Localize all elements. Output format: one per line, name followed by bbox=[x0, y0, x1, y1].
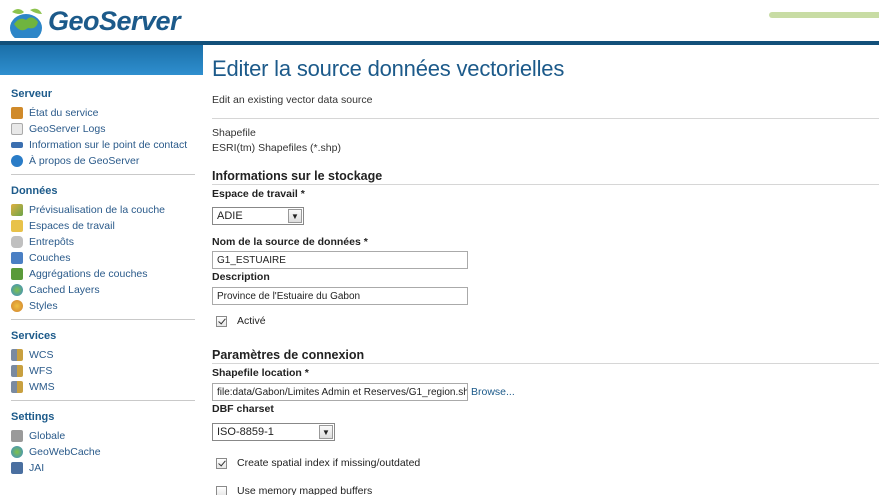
sidebar-item-wms[interactable]: WMS bbox=[11, 379, 195, 395]
memory-mapped-row: Use memory mapped buffers bbox=[216, 485, 372, 495]
sidebar-item-styles[interactable]: Styles bbox=[11, 298, 195, 314]
description-input[interactable]: Province de l'Estuaire du Gabon bbox=[212, 287, 468, 305]
sidebar-item-label: Styles bbox=[29, 300, 58, 312]
page-description: Edit an existing vector data source bbox=[212, 94, 373, 106]
wms-icon bbox=[11, 381, 23, 393]
sidebar-item-label: WCS bbox=[29, 349, 54, 361]
sidebar-menu: Serveur État du service GeoServer Logs I… bbox=[0, 88, 203, 476]
sidebar-item-wfs[interactable]: WFS bbox=[11, 363, 195, 379]
sidebar: Serveur État du service GeoServer Logs I… bbox=[0, 45, 203, 495]
sidebar-item-label: GeoWebCache bbox=[29, 446, 101, 458]
sidebar-item-label: Couches bbox=[29, 252, 71, 264]
wfs-icon bbox=[11, 365, 23, 377]
global-settings-icon bbox=[11, 430, 23, 442]
store-type-label: Shapefile bbox=[212, 127, 256, 139]
sidebar-item-cached-layers[interactable]: Cached Layers bbox=[11, 282, 195, 298]
spatial-index-label: Create spatial index if missing/outdated bbox=[237, 457, 421, 469]
shapefile-location-input[interactable]: file:data/Gabon/Limites Admin et Reserve… bbox=[212, 383, 468, 401]
sidebar-item-contact[interactable]: Information sur le point de contact bbox=[11, 137, 195, 153]
dbf-charset-select[interactable]: ISO-8859-1 ▼ bbox=[212, 423, 335, 441]
sidebar-section-donnees: Données Prévisualisation de la couche Es… bbox=[11, 185, 195, 320]
sidebar-item-global[interactable]: Globale bbox=[11, 428, 195, 444]
logo-text: GeoServer bbox=[48, 5, 181, 36]
about-icon bbox=[11, 155, 23, 167]
datasource-name-input[interactable]: G1_ESTUAIRE bbox=[212, 251, 468, 269]
stores-icon bbox=[11, 236, 23, 248]
sidebar-item-label: Prévisualisation de la couche bbox=[29, 204, 165, 216]
contact-info-icon bbox=[11, 142, 23, 148]
browse-link[interactable]: Browse... bbox=[471, 386, 515, 398]
shapefile-location-label: Shapefile location * bbox=[212, 367, 309, 379]
sidebar-item-workspaces[interactable]: Espaces de travail bbox=[11, 218, 195, 234]
enabled-checkbox-row: Activé bbox=[216, 315, 266, 327]
sidebar-heading: Données bbox=[11, 185, 58, 197]
sidebar-item-label: Aggrégations de couches bbox=[29, 268, 148, 280]
dbf-charset-label: DBF charset bbox=[212, 403, 274, 415]
sidebar-item-label: Information sur le point de contact bbox=[29, 139, 188, 151]
sidebar-item-label: WFS bbox=[29, 365, 53, 377]
memory-mapped-label: Use memory mapped buffers bbox=[237, 485, 373, 495]
workspace-select-value: ADIE bbox=[217, 210, 243, 222]
sidebar-item-geowebcache[interactable]: GeoWebCache bbox=[11, 444, 195, 460]
wcs-icon bbox=[11, 349, 23, 361]
sidebar-item-layers[interactable]: Couches bbox=[11, 250, 195, 266]
enabled-label: Activé bbox=[237, 315, 266, 327]
geoserver-logo[interactable]: GeoServer bbox=[6, 4, 181, 42]
main-content: Editer la source données vectorielles Ed… bbox=[212, 45, 879, 495]
sidebar-item-label: État du service bbox=[29, 107, 99, 119]
sidebar-item-label: WMS bbox=[29, 381, 55, 393]
jai-icon bbox=[11, 462, 23, 474]
layer-groups-icon bbox=[11, 268, 23, 280]
sidebar-item-layer-preview[interactable]: Prévisualisation de la couche bbox=[11, 202, 195, 218]
server-status-icon bbox=[11, 107, 23, 119]
connection-section-title: Paramètres de connexion bbox=[212, 348, 879, 364]
description-label: Description bbox=[212, 271, 270, 283]
divider bbox=[212, 118, 879, 119]
sidebar-item-label: JAI bbox=[29, 462, 45, 474]
globe-logo-icon bbox=[6, 4, 46, 42]
sidebar-heading: Services bbox=[11, 330, 57, 342]
header: GeoServer bbox=[0, 0, 879, 44]
sidebar-item-server-status[interactable]: État du service bbox=[11, 105, 195, 121]
storage-section-title: Informations sur le stockage bbox=[212, 169, 879, 185]
sidebar-section-services: Services WCS WFS WMS bbox=[11, 330, 195, 401]
sidebar-heading: Settings bbox=[11, 411, 55, 423]
spatial-index-checkbox[interactable] bbox=[216, 457, 227, 469]
sidebar-item-label: Espaces de travail bbox=[29, 220, 115, 232]
datasource-name-label: Nom de la source de données * bbox=[212, 236, 368, 248]
memory-mapped-checkbox[interactable] bbox=[216, 485, 227, 495]
workspaces-icon bbox=[11, 220, 23, 232]
sidebar-section-settings: Settings Globale GeoWebCache JAI bbox=[11, 411, 195, 476]
sidebar-item-stores[interactable]: Entrepôts bbox=[11, 234, 195, 250]
sidebar-item-about[interactable]: À propos de GeoServer bbox=[11, 153, 195, 169]
header-accent-stripe bbox=[769, 12, 879, 18]
sidebar-item-label: Entrepôts bbox=[29, 236, 74, 248]
workspace-label: Espace de travail * bbox=[212, 188, 305, 200]
sidebar-item-label: À propos de GeoServer bbox=[29, 155, 140, 167]
layer-preview-icon bbox=[11, 204, 23, 216]
spatial-index-row: Create spatial index if missing/outdated bbox=[216, 457, 420, 469]
dbf-charset-value: ISO-8859-1 bbox=[217, 426, 274, 438]
chevron-down-icon[interactable]: ▼ bbox=[319, 425, 333, 439]
sidebar-item-logs[interactable]: GeoServer Logs bbox=[11, 121, 195, 137]
sidebar-item-wcs[interactable]: WCS bbox=[11, 347, 195, 363]
page-title: Editer la source données vectorielles bbox=[212, 56, 565, 81]
logs-icon bbox=[11, 123, 23, 135]
sidebar-item-label: Cached Layers bbox=[29, 284, 100, 296]
workspace-select[interactable]: ADIE ▼ bbox=[212, 207, 304, 225]
sidebar-section-serveur: Serveur État du service GeoServer Logs I… bbox=[11, 88, 195, 175]
enabled-checkbox[interactable] bbox=[216, 315, 227, 327]
layers-icon bbox=[11, 252, 23, 264]
cached-layers-icon bbox=[11, 284, 23, 296]
store-type-description: ESRI(tm) Shapefiles (*.shp) bbox=[212, 142, 341, 154]
sidebar-heading: Serveur bbox=[11, 88, 52, 100]
sidebar-top-band bbox=[0, 45, 203, 75]
sidebar-item-label: GeoServer Logs bbox=[29, 123, 106, 135]
sidebar-item-jai[interactable]: JAI bbox=[11, 460, 195, 476]
sidebar-item-layer-groups[interactable]: Aggrégations de couches bbox=[11, 266, 195, 282]
geowebcache-icon bbox=[11, 446, 23, 458]
chevron-down-icon[interactable]: ▼ bbox=[288, 209, 302, 223]
styles-icon bbox=[11, 300, 23, 312]
sidebar-item-label: Globale bbox=[29, 430, 66, 442]
